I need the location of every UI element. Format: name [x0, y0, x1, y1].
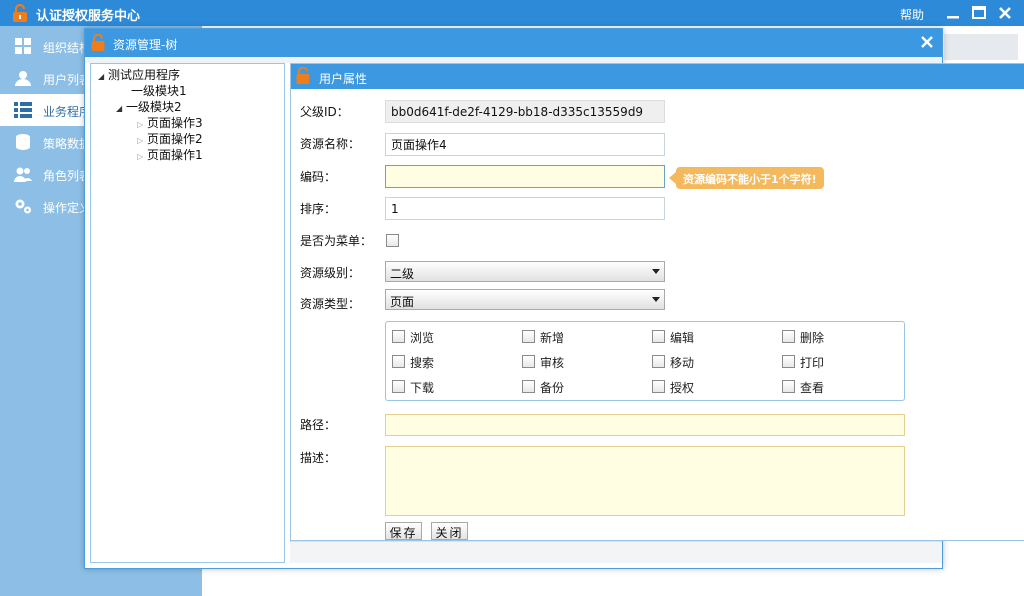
database-icon	[16, 134, 30, 150]
operation-label: 删除	[800, 331, 825, 345]
operation-label: 打印	[800, 356, 825, 370]
resource-tree: ◢ 测试应用程序 一级模块1 ◢ 一级模块2 ▷ 页面操作3 ▷ 页面操作2 ▷ 页面操作…	[90, 63, 285, 563]
app-title-bar: 认证授权服务中心 帮助	[0, 0, 1024, 26]
expanded-arrow-icon[interactable]: ◢	[116, 104, 126, 113]
tree-node-label: 一级模块2	[126, 100, 182, 114]
sidebar-item-label: 组织结构	[43, 41, 87, 55]
sidebar-item-label: 操作定义	[43, 201, 87, 215]
maximize-icon[interactable]	[970, 4, 988, 22]
operation-label: 下载	[410, 381, 435, 395]
tree-node-label: 页面操作2	[147, 132, 203, 146]
operations-group: 浏览 新增 编辑 删除 搜索 审核 移动 打印 下载 备份 授权 查看	[385, 321, 905, 401]
resource-level-label: 资源级别：	[300, 266, 361, 280]
collapsed-arrow-icon[interactable]: ▷	[137, 136, 147, 145]
description-field[interactable]	[385, 446, 905, 516]
operation-label: 备份	[540, 381, 565, 395]
dropdown-caret-icon	[652, 269, 660, 274]
resource-name-label: 资源名称：	[300, 137, 361, 151]
resource-level-select[interactable]: 二级	[385, 261, 665, 282]
description-label: 描述：	[300, 451, 337, 465]
operation-label: 搜索	[410, 356, 435, 370]
dialog-title: 资源管理-树	[113, 38, 178, 52]
sidebar-item-label: 业务程序	[43, 105, 87, 119]
gears-icon	[15, 199, 31, 214]
operation-checkbox[interactable]	[392, 380, 405, 393]
user-icon	[15, 71, 31, 86]
operation-checkbox[interactable]	[782, 355, 795, 368]
tree-node[interactable]: ▷ 页面操作1	[137, 146, 203, 163]
sidebar-item-label: 角色列表	[43, 169, 87, 183]
save-button[interactable]: 保存	[385, 522, 422, 540]
close-icon[interactable]	[919, 34, 935, 50]
tree-node-label: 页面操作1	[147, 148, 203, 162]
lock-icon	[91, 34, 105, 51]
operation-checkbox[interactable]	[652, 330, 665, 343]
workspace-tab-strip	[944, 34, 1018, 60]
properties-header: 用户属性	[291, 64, 1024, 89]
resource-level-value: 二级	[390, 267, 415, 281]
list-icon	[14, 102, 32, 118]
operation-label: 审核	[540, 356, 565, 370]
operation-label: 浏览	[410, 331, 435, 345]
parent-id-field	[385, 100, 665, 123]
path-field[interactable]	[385, 414, 905, 436]
operation-label: 编辑	[670, 331, 695, 345]
operation-checkbox[interactable]	[392, 330, 405, 343]
resource-name-field[interactable]	[385, 133, 665, 156]
operation-label: 移动	[670, 356, 695, 370]
operation-label: 查看	[800, 381, 825, 395]
tree-node-label: 一级模块1	[131, 84, 187, 98]
properties-panel: 用户属性 父级ID： 资源名称： 编码： 资源编码不能小于1个字符! 排序： 是…	[290, 63, 1024, 541]
lock-icon	[13, 4, 27, 22]
parent-id-label: 父级ID：	[300, 105, 349, 119]
tree-node[interactable]: 一级模块1	[131, 82, 187, 99]
operation-checkbox[interactable]	[782, 330, 795, 343]
tree-node[interactable]: ◢ 一级模块2	[116, 98, 182, 115]
properties-title: 用户属性	[319, 72, 368, 86]
close-button[interactable]: 关闭	[431, 522, 468, 540]
resource-type-value: 页面	[390, 295, 415, 309]
app-title: 认证授权服务中心	[36, 9, 141, 24]
grid-icon	[15, 38, 31, 54]
operation-checkbox[interactable]	[522, 380, 535, 393]
resource-type-label: 资源类型：	[300, 297, 361, 311]
validation-tooltip: 资源编码不能小于1个字符!	[669, 167, 824, 189]
path-label: 路径：	[300, 418, 337, 432]
order-label: 排序：	[300, 202, 337, 216]
order-field[interactable]	[385, 197, 665, 220]
tree-node[interactable]: ▷ 页面操作3	[137, 114, 203, 131]
code-label: 编码：	[300, 170, 337, 184]
code-field[interactable]	[385, 165, 665, 188]
tree-node-label: 页面操作3	[147, 116, 203, 130]
help-link[interactable]: 帮助	[900, 6, 924, 23]
close-icon[interactable]	[996, 4, 1014, 22]
operation-checkbox[interactable]	[652, 355, 665, 368]
operation-checkbox[interactable]	[392, 355, 405, 368]
operation-label: 授权	[670, 381, 695, 395]
tree-node[interactable]: ▷ 页面操作2	[137, 130, 203, 147]
lock-icon	[296, 67, 310, 84]
collapsed-arrow-icon[interactable]: ▷	[137, 120, 147, 129]
minimize-icon[interactable]	[944, 4, 962, 22]
operation-checkbox[interactable]	[522, 355, 535, 368]
users-icon	[14, 167, 32, 182]
collapsed-arrow-icon[interactable]: ▷	[137, 152, 147, 161]
operation-checkbox[interactable]	[522, 330, 535, 343]
operation-checkbox[interactable]	[782, 380, 795, 393]
is-menu-checkbox[interactable]	[386, 234, 399, 247]
resource-type-select[interactable]: 页面	[385, 289, 665, 310]
dropdown-caret-icon	[652, 297, 660, 302]
is-menu-label: 是否为菜单：	[300, 234, 373, 248]
tree-node-label: 测试应用程序	[108, 68, 181, 82]
operation-checkbox[interactable]	[652, 380, 665, 393]
tree-node[interactable]: ◢ 测试应用程序	[98, 66, 180, 83]
expanded-arrow-icon[interactable]: ◢	[98, 72, 108, 81]
resource-dialog: 资源管理-树 ◢ 测试应用程序 一级模块1 ◢ 一级模块2 ▷ 页面操作3 ▷ 页面操作…	[84, 28, 1024, 569]
sidebar-item-label: 策略数据	[43, 137, 87, 151]
dialog-header: 资源管理-树	[85, 29, 942, 57]
operation-label: 新增	[540, 331, 565, 345]
sidebar-item-label: 用户列表	[43, 73, 87, 87]
properties-footer	[290, 541, 942, 563]
